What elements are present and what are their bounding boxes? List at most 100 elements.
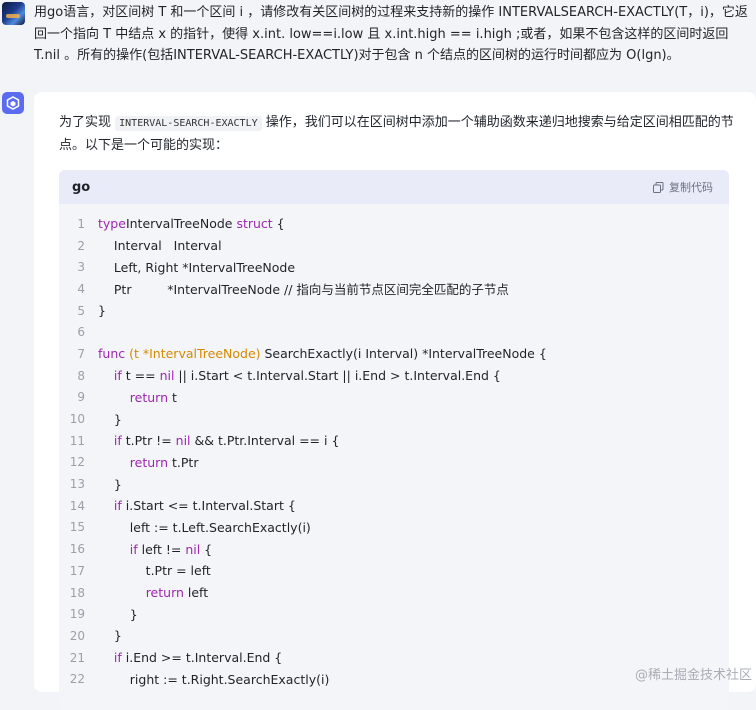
code-line: 2 Interval Interval [59, 235, 729, 257]
line-number: 17 [69, 563, 85, 578]
code-token: nil [159, 368, 175, 384]
line-number: 16 [69, 542, 85, 557]
code-line: 1 type IntervalTreeNode struct { [59, 213, 729, 235]
code-token: return [129, 454, 169, 470]
line-number: 7 [77, 346, 85, 361]
code-token: SearchExactly(i Interval) *IntervalTreeN… [260, 346, 547, 362]
line-number: 15 [69, 520, 85, 535]
code-line: 10 } [59, 408, 729, 430]
code-block: go 复制代码 1 type IntervalTreeNode struct {2 … [59, 170, 729, 710]
code-token: } [98, 411, 122, 427]
code-line: 8 if t == nil || i.Start < t.Interval.St… [59, 365, 729, 387]
line-number: 19 [69, 607, 85, 622]
code-token: if [113, 433, 122, 449]
code-token: t.Ptr != [121, 433, 176, 449]
code-line: 19 } [59, 603, 729, 625]
line-number: 10 [69, 412, 85, 427]
line-number: 22 [69, 672, 85, 687]
line-number: 12 [69, 455, 85, 470]
code-line: 6 [59, 321, 729, 343]
code-line: 3 Left, Right *IntervalTreeNode [59, 256, 729, 278]
code-token: return [129, 389, 169, 405]
code-header: go 复制代码 [59, 170, 729, 204]
code-token: } [98, 303, 106, 319]
code-line: 15 left := t.Left.SearchExactly(i) [59, 517, 729, 539]
code-lines: 1 type IntervalTreeNode struct {2 Interval… [59, 204, 729, 690]
code-token: || i.Start < t.Interval.Start || i.End >… [174, 368, 501, 384]
code-token: t.Ptr = left [98, 563, 211, 579]
code-token: IntervalTreeNode [125, 216, 237, 232]
answer-intro: 为了实现 INTERVAL-SEARCH-EXACTLY 操作，我们可以在区间树… [59, 112, 739, 157]
code-line: 18 return left [59, 582, 729, 604]
line-number: 5 [77, 303, 85, 318]
code-token: right := t.Right.SearchExactly(i) [98, 671, 330, 687]
intro-text-before: 为了实现 [59, 115, 116, 130]
copy-code-label: 复制代码 [669, 181, 713, 194]
line-number: 20 [69, 628, 85, 643]
code-token: type [98, 216, 126, 232]
code-token: } [98, 476, 122, 492]
code-token: i.End >= t.Interval.End { [121, 650, 283, 666]
line-number: 3 [77, 260, 85, 275]
code-token: left := t.Left.SearchExactly(i) [98, 519, 311, 535]
line-number: 13 [69, 477, 85, 492]
line-number: 9 [77, 390, 85, 405]
copy-code-button[interactable]: 复制代码 [653, 179, 713, 195]
line-number: 18 [69, 585, 85, 600]
code-line: 4 Ptr *IntervalTreeNode // 指向与当前节点区间完全匹配… [59, 278, 729, 300]
code-token: t.Ptr [168, 454, 199, 470]
code-line: 7 func (t *IntervalTreeNode) SearchExactl… [59, 343, 729, 365]
user-avatar [2, 2, 25, 25]
code-line: 20 } [59, 625, 729, 647]
code-token: nil [175, 433, 191, 449]
code-token: } [98, 606, 138, 622]
line-number: 1 [77, 216, 85, 231]
user-message-row: 用go语言，对区间树 T 和一个区间 i ，请修改有关区间树的过程来支持新的操作… [0, 0, 756, 80]
line-number: 21 [69, 650, 85, 665]
code-line: 14 if i.Start <= t.Interval.Start { [59, 495, 729, 517]
code-token: i.Start <= t.Interval.Start { [121, 498, 296, 514]
code-token: Interval Interval [98, 238, 222, 254]
user-message-text: 用go语言，对区间树 T 和一个区间 i ，请修改有关区间树的过程来支持新的操作… [34, 5, 748, 63]
code-token: Left, Right *IntervalTreeNode [98, 259, 296, 275]
bot-avatar [2, 92, 24, 114]
code-line: 11 if t.Ptr != nil && t.Ptr.Interval == … [59, 430, 729, 452]
code-token: t == [121, 368, 160, 384]
code-token: Ptr *IntervalTreeNode // 指向与当前节点区间完全匹配的子… [98, 282, 509, 298]
code-language-label: go [72, 179, 91, 195]
code-line: 12 return t.Ptr [59, 452, 729, 474]
line-number: 14 [69, 498, 85, 513]
code-token: { [272, 216, 285, 232]
code-token: (t *IntervalTreeNode) [125, 346, 261, 362]
line-number: 11 [69, 433, 85, 448]
code-token: if [113, 498, 122, 514]
cube-icon [6, 96, 20, 110]
code-token: left [183, 585, 209, 601]
code-token: left != [137, 541, 186, 557]
line-number: 6 [77, 325, 85, 340]
assistant-answer-card: 为了实现 INTERVAL-SEARCH-EXACTLY 操作，我们可以在区间树… [34, 92, 756, 710]
inline-code: INTERVAL-SEARCH-EXACTLY [115, 116, 262, 131]
code-token: && t.Ptr.Interval == i { [190, 433, 340, 449]
copy-icon [653, 181, 664, 193]
line-number: 8 [77, 368, 85, 383]
code-line: 5} [59, 300, 729, 322]
code-line: 16 if left != nil { [59, 538, 729, 560]
line-number: 2 [77, 238, 85, 253]
code-token: nil [185, 541, 201, 557]
code-token: t [168, 389, 177, 405]
code-line: 17 t.Ptr = left [59, 560, 729, 582]
code-token: if [129, 541, 138, 557]
code-line: 21 if i.End >= t.Interval.End { [59, 647, 729, 669]
code-token: } [98, 628, 122, 644]
code-token: { [200, 541, 213, 557]
code-token: if [113, 368, 122, 384]
